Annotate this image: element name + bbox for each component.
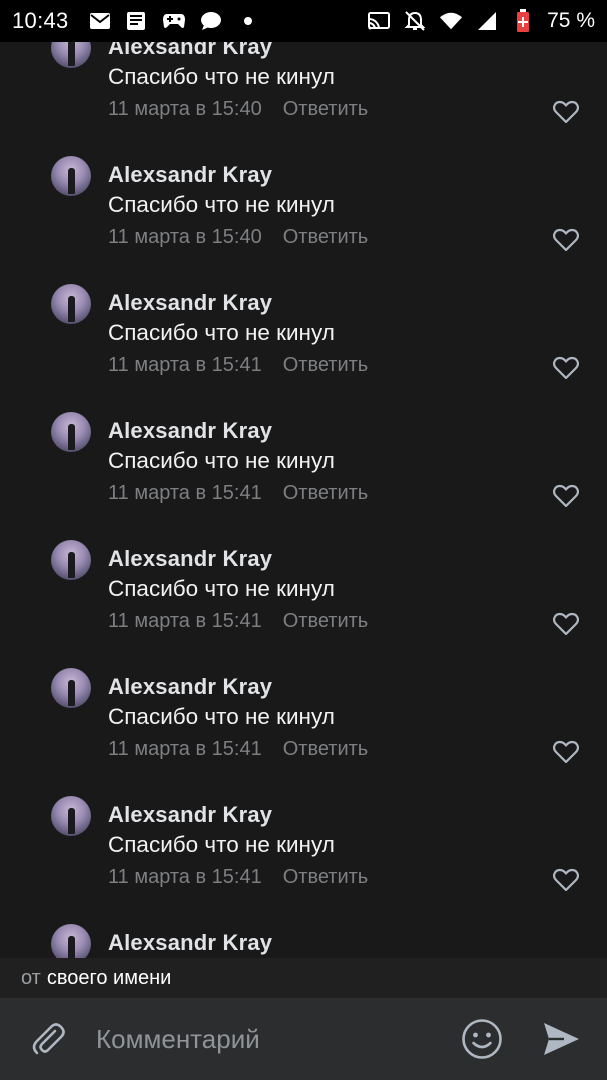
like-heart-icon[interactable] — [552, 356, 581, 382]
comment-author[interactable]: Alexsandr Kray — [108, 42, 272, 60]
like-heart-icon[interactable] — [552, 228, 581, 254]
dot-icon — [236, 9, 260, 33]
avatar[interactable] — [51, 924, 91, 958]
like-heart-icon[interactable] — [552, 868, 581, 894]
reply-button[interactable]: Ответить — [283, 226, 369, 249]
reply-button[interactable]: Ответить — [283, 866, 369, 889]
comment-date: 11 марта в 15:41 — [108, 866, 262, 888]
comment-item: Alexsandr Kray Спасибо что не кинул 11 м… — [0, 127, 607, 255]
comment-author[interactable]: Alexsandr Kray — [108, 930, 272, 956]
emoji-smile-icon[interactable] — [460, 1017, 504, 1061]
comment-author[interactable]: Alexsandr Kray — [108, 802, 272, 828]
comment-text: Спасибо что не кинул — [108, 320, 335, 345]
comment-meta: 11 марта в 15:40 Ответить — [108, 226, 368, 249]
comment-author[interactable]: Alexsandr Kray — [108, 162, 272, 188]
post-as-prefix: от — [21, 966, 41, 989]
comment-item: Alexsandr Kray Спасибо что не кинул 11 м… — [0, 511, 607, 639]
avatar[interactable] — [51, 540, 91, 580]
attach-paperclip-icon[interactable] — [28, 1018, 68, 1058]
comment-input[interactable] — [96, 1016, 436, 1062]
like-heart-icon[interactable] — [552, 740, 581, 766]
comment-meta: 11 марта в 15:41 Ответить — [108, 610, 368, 633]
comment-date: 11 марта в 15:40 — [108, 226, 262, 248]
avatar[interactable] — [51, 284, 91, 324]
comment-text: Спасибо что не кинул — [108, 448, 335, 473]
reply-button[interactable]: Ответить — [283, 738, 369, 761]
comment-item: Alexsandr Kray Спасибо что не кинул 11 м… — [0, 42, 607, 127]
comment-meta: 11 марта в 15:41 Ответить — [108, 866, 368, 889]
send-arrow-icon[interactable] — [540, 1018, 582, 1060]
comment-author[interactable]: Alexsandr Kray — [108, 290, 272, 316]
comment-item: Alexsandr Kray — [0, 895, 607, 958]
avatar[interactable] — [51, 668, 91, 708]
comment-author[interactable]: Alexsandr Kray — [108, 674, 272, 700]
comment-meta: 11 марта в 15:40 Ответить — [108, 98, 368, 121]
mail-icon — [88, 9, 112, 33]
reply-button[interactable]: Ответить — [283, 482, 369, 505]
avatar[interactable] — [51, 42, 91, 68]
comment-item: Alexsandr Kray Спасибо что не кинул 11 м… — [0, 255, 607, 383]
like-heart-icon[interactable] — [552, 612, 581, 638]
comment-item: Alexsandr Kray Спасибо что не кинул 11 м… — [0, 767, 607, 895]
gamepad-icon — [162, 9, 186, 33]
comment-author[interactable]: Alexsandr Kray — [108, 418, 272, 444]
comment-meta: 11 марта в 15:41 Ответить — [108, 738, 368, 761]
avatar[interactable] — [51, 796, 91, 836]
comment-text: Спасибо что не кинул — [108, 576, 335, 601]
reply-button[interactable]: Ответить — [283, 610, 369, 633]
comment-date: 11 марта в 15:41 — [108, 354, 262, 376]
comment-date: 11 марта в 15:41 — [108, 610, 262, 632]
news-icon — [125, 9, 149, 33]
comment-meta: 11 марта в 15:41 Ответить — [108, 354, 368, 377]
comment-meta: 11 марта в 15:41 Ответить — [108, 482, 368, 505]
avatar[interactable] — [51, 412, 91, 452]
comment-composer — [0, 998, 607, 1080]
comment-date: 11 марта в 15:41 — [108, 738, 262, 760]
like-heart-icon[interactable] — [552, 484, 581, 510]
comment-date: 11 марта в 15:41 — [108, 482, 262, 504]
comment-list[interactable]: Alexsandr Kray Спасибо что не кинул 11 м… — [0, 42, 607, 958]
status-bar: 10:43 75 % — [0, 0, 607, 42]
comment-item: Alexsandr Kray Спасибо что не кинул 11 м… — [0, 639, 607, 767]
reply-button[interactable]: Ответить — [283, 354, 369, 377]
comment-text: Спасибо что не кинул — [108, 192, 335, 217]
battery-icon — [511, 9, 535, 33]
comment-text: Спасибо что не кинул — [108, 64, 335, 89]
comment-author[interactable]: Alexsandr Kray — [108, 546, 272, 572]
status-time: 10:43 — [12, 8, 69, 33]
like-heart-icon[interactable] — [552, 100, 581, 126]
comment-text: Спасибо что не кинул — [108, 832, 335, 857]
comment-item: Alexsandr Kray Спасибо что не кинул 11 м… — [0, 383, 607, 511]
signal-icon — [475, 9, 499, 33]
chat-bubble-icon — [199, 9, 223, 33]
wifi-icon — [439, 9, 463, 33]
post-as-value[interactable]: своего имени — [47, 967, 171, 990]
avatar[interactable] — [51, 156, 91, 196]
bell-off-icon — [403, 9, 427, 33]
battery-percent: 75 % — [547, 9, 595, 32]
cast-icon — [367, 9, 391, 33]
post-as-selector[interactable]: от своего имени — [0, 958, 607, 998]
comment-date: 11 марта в 15:40 — [108, 98, 262, 120]
comment-text: Спасибо что не кинул — [108, 704, 335, 729]
reply-button[interactable]: Ответить — [283, 98, 369, 121]
